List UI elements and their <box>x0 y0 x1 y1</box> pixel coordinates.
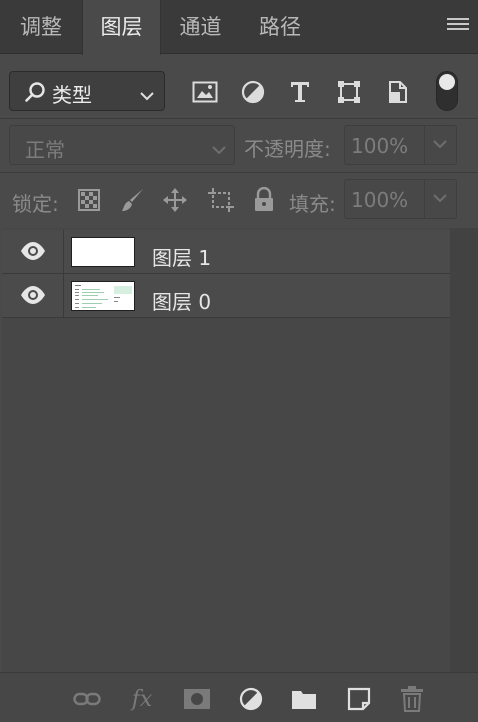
lock-transparent-pixels-icon[interactable] <box>75 186 103 214</box>
opacity-value: 100% <box>351 134 409 158</box>
chevron-down-icon <box>212 140 226 159</box>
shape-filter-icon[interactable] <box>335 78 363 106</box>
opacity-label: 不透明度: <box>244 137 331 161</box>
search-icon <box>24 81 46 107</box>
opacity-dropdown-button[interactable] <box>424 126 456 164</box>
tab-paths[interactable]: 路径 <box>240 0 320 54</box>
layer-row[interactable]: 图层 0 <box>2 274 450 318</box>
lock-label: 锁定: <box>12 192 59 216</box>
opacity-input[interactable]: 100% <box>344 125 457 165</box>
fill-value: 100% <box>351 188 409 212</box>
link-layers-icon[interactable] <box>73 686 101 712</box>
filter-toggle-switch[interactable] <box>436 71 458 111</box>
layer-style-fx-icon[interactable]: fx <box>128 686 156 712</box>
type-filter-icon[interactable] <box>286 78 314 106</box>
filter-kind-label: 类型 <box>52 83 92 107</box>
panel-tab-bar: 调整 图层 通道 路径 <box>0 0 478 55</box>
divider <box>0 172 478 173</box>
tab-channels[interactable]: 通道 <box>161 0 240 54</box>
fill-label: 填充: <box>289 192 336 216</box>
blend-mode-label: 正常 <box>25 138 65 162</box>
chevron-down-icon <box>140 86 154 105</box>
divider <box>63 274 64 318</box>
image-filter-icon[interactable] <box>191 78 219 106</box>
fill-input[interactable]: 100% <box>344 179 457 219</box>
layer-thumbnail[interactable] <box>71 237 135 267</box>
lock-position-move-icon[interactable] <box>161 186 189 214</box>
layer-row[interactable]: 图层 1 <box>2 230 450 274</box>
lock-image-pixels-brush-icon[interactable] <box>119 186 147 214</box>
new-group-folder-icon[interactable] <box>290 686 318 712</box>
divider <box>63 230 64 274</box>
new-adjustment-layer-icon[interactable] <box>237 686 265 712</box>
fill-dropdown-button[interactable] <box>424 180 456 218</box>
adjustment-filter-icon[interactable] <box>239 78 267 106</box>
tab-layers[interactable]: 图层 <box>82 0 161 55</box>
divider <box>0 118 478 119</box>
blend-mode-select[interactable]: 正常 <box>9 125 235 165</box>
layers-list: 图层 1 图层 0 <box>2 228 450 672</box>
eye-visibility-icon[interactable] <box>20 241 46 261</box>
lock-all-icon[interactable] <box>250 186 278 214</box>
lock-artboard-icon[interactable] <box>207 186 235 214</box>
panel-menu-icon[interactable] <box>447 18 469 36</box>
layer-name[interactable]: 图层 0 <box>152 286 211 315</box>
delete-layer-trash-icon[interactable] <box>398 686 426 712</box>
layers-scrollbar[interactable] <box>450 228 478 672</box>
tab-adjustments[interactable]: 调整 <box>0 0 82 54</box>
layer-filter-kind-select[interactable]: 类型 <box>9 71 165 111</box>
eye-visibility-icon[interactable] <box>20 285 46 305</box>
toggle-knob <box>439 74 455 90</box>
smart-object-filter-icon[interactable] <box>383 78 411 106</box>
layer-thumbnail[interactable] <box>71 281 135 311</box>
new-layer-icon[interactable] <box>345 686 373 712</box>
document-preview-image <box>72 282 134 310</box>
add-mask-icon[interactable] <box>183 686 211 712</box>
layer-name[interactable]: 图层 1 <box>152 242 211 271</box>
